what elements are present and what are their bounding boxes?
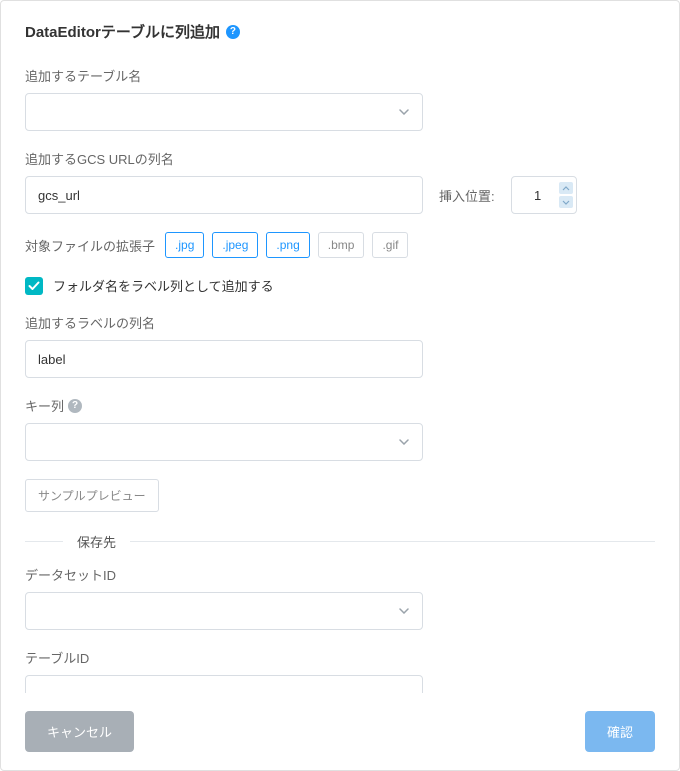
insert-pos-wrap: [511, 176, 577, 214]
dataset-id-select-wrap: [25, 592, 423, 630]
divider-line: [25, 541, 63, 542]
dataset-id-label: データセットID: [25, 565, 655, 584]
label-col-group: 追加するラベルの列名: [25, 313, 655, 378]
gcs-url-label: 追加するGCS URLの列名: [25, 149, 655, 168]
table-id-label: テーブルID: [25, 648, 655, 667]
folder-label-checkbox[interactable]: [25, 277, 43, 295]
save-section-title: 保存先: [63, 532, 130, 551]
confirm-button[interactable]: 確認: [585, 711, 655, 752]
help-icon[interactable]: ?: [68, 399, 82, 413]
gcs-url-input[interactable]: [25, 176, 423, 214]
label-col-label: 追加するラベルの列名: [25, 313, 655, 332]
ext-label: 対象ファイルの拡張子: [25, 236, 155, 255]
ext-chip-bmp[interactable]: .bmp: [318, 232, 365, 258]
key-col-group: キー列 ?: [25, 396, 655, 461]
ext-chip-jpeg[interactable]: .jpeg: [212, 232, 258, 258]
table-name-select-wrap: [25, 93, 423, 131]
folder-label-text: フォルダ名をラベル列として追加する: [53, 276, 274, 295]
gcs-url-row: 挿入位置:: [25, 176, 655, 214]
stepper-down-button[interactable]: [559, 196, 573, 208]
sample-preview-button[interactable]: サンプルプレビュー: [25, 479, 159, 512]
dialog-header: DataEditorテーブルに列追加 ?: [1, 1, 679, 42]
dialog-title: DataEditorテーブルに列追加: [25, 21, 220, 42]
dataset-id-select[interactable]: [25, 592, 423, 630]
ext-row: 対象ファイルの拡張子 .jpg .jpeg .png .bmp .gif: [25, 232, 655, 258]
save-divider: 保存先: [25, 532, 655, 551]
ext-chip-jpg[interactable]: .jpg: [165, 232, 204, 258]
insert-pos-label: 挿入位置:: [439, 186, 495, 205]
table-id-group: テーブルID: [25, 648, 655, 693]
label-col-input[interactable]: [25, 340, 423, 378]
ext-chip-gif[interactable]: .gif: [372, 232, 408, 258]
dialog-footer: キャンセル 確認: [1, 693, 679, 770]
check-icon: [28, 281, 40, 291]
folder-label-row: フォルダ名をラベル列として追加する: [25, 276, 655, 295]
gcs-url-group: 追加するGCS URLの列名 挿入位置:: [25, 149, 655, 214]
dialog-body: 追加するテーブル名 追加するGCS URLの列名 挿入位置:: [1, 42, 679, 693]
cancel-button[interactable]: キャンセル: [25, 711, 134, 752]
divider-line: [130, 541, 655, 542]
sample-preview-group: サンプルプレビュー: [25, 479, 655, 512]
key-col-label-wrap: キー列 ?: [25, 396, 82, 415]
table-name-label: 追加するテーブル名: [25, 66, 655, 85]
stepper-up-button[interactable]: [559, 182, 573, 194]
table-name-select[interactable]: [25, 93, 423, 131]
ext-chips: .jpg .jpeg .png .bmp .gif: [165, 232, 408, 258]
key-col-select[interactable]: [25, 423, 423, 461]
key-col-label: キー列: [25, 396, 64, 415]
extensions-group: 対象ファイルの拡張子 .jpg .jpeg .png .bmp .gif: [25, 232, 655, 258]
help-icon[interactable]: ?: [226, 25, 240, 39]
table-id-input[interactable]: [25, 675, 423, 693]
dialog: DataEditorテーブルに列追加 ? 追加するテーブル名 追加するGCS U…: [0, 0, 680, 771]
dataset-id-group: データセットID: [25, 565, 655, 630]
table-name-group: 追加するテーブル名: [25, 66, 655, 131]
ext-chip-png[interactable]: .png: [266, 232, 309, 258]
number-steppers: [559, 182, 573, 208]
key-col-select-wrap: [25, 423, 423, 461]
